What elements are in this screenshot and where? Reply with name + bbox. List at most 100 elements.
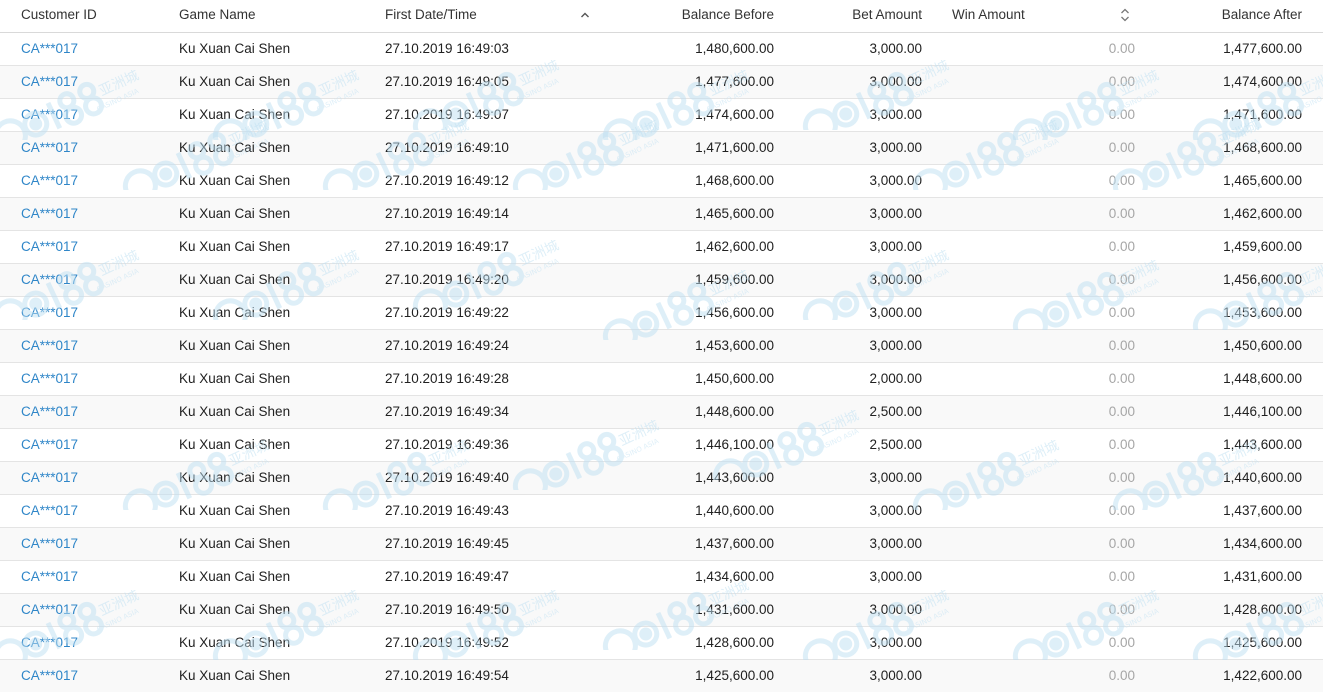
table-row[interactable]: CA***017 Ku Xuan Cai Shen 27.10.2019 16:49… xyxy=(0,165,1323,198)
table-row[interactable]: CA***017 Ku Xuan Cai Shen 27.10.2019 16:49… xyxy=(0,132,1323,165)
bet-amount-cell: 3,000.00 xyxy=(869,569,922,584)
customer-id-link[interactable]: CA***017 xyxy=(21,165,161,197)
balance-before-cell: 1,448,600.00 xyxy=(695,404,774,419)
bet-amount-cell: 3,000.00 xyxy=(869,503,922,518)
customer-id-link[interactable]: CA***017 xyxy=(21,132,161,164)
table-row[interactable]: CA***017 Ku Xuan Cai Shen 27.10.2019 16:49… xyxy=(0,660,1323,692)
table-row[interactable]: CA***017 Ku Xuan Cai Shen 27.10.2019 16:49… xyxy=(0,363,1323,396)
table-row[interactable]: CA***017 Ku Xuan Cai Shen 27.10.2019 16:49… xyxy=(0,231,1323,264)
win-amount-cell: 0.00 xyxy=(1108,371,1135,386)
balance-before-cell: 1,456,600.00 xyxy=(695,305,774,320)
header-customer-id[interactable]: Customer ID xyxy=(21,0,161,32)
bet-amount-cell: 2,500.00 xyxy=(869,404,922,419)
first-datetime-cell: 27.10.2019 16:49:40 xyxy=(385,470,509,485)
table-row[interactable]: CA***017 Ku Xuan Cai Shen 27.10.2019 16:49… xyxy=(0,594,1323,627)
balance-before-cell: 1,462,600.00 xyxy=(695,239,774,254)
table-row[interactable]: CA***017 Ku Xuan Cai Shen 27.10.2019 16:49… xyxy=(0,561,1323,594)
table-row[interactable]: CA***017 Ku Xuan Cai Shen 27.10.2019 16:49… xyxy=(0,297,1323,330)
table-row[interactable]: CA***017 Ku Xuan Cai Shen 27.10.2019 16:49… xyxy=(0,528,1323,561)
win-amount-cell: 0.00 xyxy=(1108,173,1135,188)
win-amount-cell: 0.00 xyxy=(1108,107,1135,122)
balance-after-cell: 1,446,100.00 xyxy=(1223,404,1302,419)
bet-amount-cell: 2,500.00 xyxy=(869,437,922,452)
customer-id-link[interactable]: CA***017 xyxy=(21,231,161,263)
table-row[interactable]: CA***017 Ku Xuan Cai Shen 27.10.2019 16:49… xyxy=(0,66,1323,99)
balance-before-cell: 1,453,600.00 xyxy=(695,338,774,353)
win-amount-cell: 0.00 xyxy=(1108,239,1135,254)
customer-id-link[interactable]: CA***017 xyxy=(21,495,161,527)
balance-before-cell: 1,468,600.00 xyxy=(695,173,774,188)
win-amount-cell: 0.00 xyxy=(1108,305,1135,320)
table-row[interactable]: CA***017 Ku Xuan Cai Shen 27.10.2019 16:49… xyxy=(0,429,1323,462)
table-row[interactable]: CA***017 Ku Xuan Cai Shen 27.10.2019 16:49… xyxy=(0,264,1323,297)
customer-id-link[interactable]: CA***017 xyxy=(21,363,161,395)
table-row[interactable]: CA***017 Ku Xuan Cai Shen 27.10.2019 16:49… xyxy=(0,99,1323,132)
balance-after-cell: 1,422,600.00 xyxy=(1223,668,1302,683)
bet-history-table: Customer ID Game Name First Date/Time Ba… xyxy=(0,0,1323,692)
game-name-cell: Ku Xuan Cai Shen xyxy=(179,74,291,89)
bet-amount-cell: 3,000.00 xyxy=(869,140,922,155)
game-name-cell: Ku Xuan Cai Shen xyxy=(179,602,291,617)
table-row[interactable]: CA***017 Ku Xuan Cai Shen 27.10.2019 16:49… xyxy=(0,396,1323,429)
customer-id-link[interactable]: CA***017 xyxy=(21,561,161,593)
customer-id-link[interactable]: CA***017 xyxy=(21,627,161,659)
table-row[interactable]: CA***017 Ku Xuan Cai Shen 27.10.2019 16:49… xyxy=(0,462,1323,495)
bet-amount-cell: 3,000.00 xyxy=(869,41,922,56)
bet-amount-cell: 3,000.00 xyxy=(869,602,922,617)
table-row[interactable]: CA***017 Ku Xuan Cai Shen 27.10.2019 16:49… xyxy=(0,495,1323,528)
win-amount-cell: 0.00 xyxy=(1108,602,1135,617)
customer-id-link[interactable]: CA***017 xyxy=(21,264,161,296)
customer-id-link[interactable]: CA***017 xyxy=(21,594,161,626)
customer-id-link[interactable]: CA***017 xyxy=(21,198,161,230)
sort-ascending-icon[interactable] xyxy=(578,0,592,32)
balance-after-cell: 1,468,600.00 xyxy=(1223,140,1302,155)
game-name-cell: Ku Xuan Cai Shen xyxy=(179,107,291,122)
table-row[interactable]: CA***017 Ku Xuan Cai Shen 27.10.2019 16:49… xyxy=(0,330,1323,363)
header-balance-after[interactable]: Balance After xyxy=(1140,0,1302,32)
bet-amount-cell: 3,000.00 xyxy=(869,173,922,188)
balance-after-cell: 1,471,600.00 xyxy=(1223,107,1302,122)
first-datetime-cell: 27.10.2019 16:49:43 xyxy=(385,503,509,518)
customer-id-link[interactable]: CA***017 xyxy=(21,528,161,560)
balance-after-cell: 1,431,600.00 xyxy=(1223,569,1302,584)
first-datetime-cell: 27.10.2019 16:49:52 xyxy=(385,635,509,650)
game-name-cell: Ku Xuan Cai Shen xyxy=(179,305,291,320)
customer-id-link[interactable]: CA***017 xyxy=(21,462,161,494)
customer-id-link[interactable]: CA***017 xyxy=(21,396,161,428)
first-datetime-cell: 27.10.2019 16:49:34 xyxy=(385,404,509,419)
first-datetime-cell: 27.10.2019 16:49:14 xyxy=(385,206,509,221)
first-datetime-cell: 27.10.2019 16:49:24 xyxy=(385,338,509,353)
customer-id-link[interactable]: CA***017 xyxy=(21,660,161,692)
first-datetime-cell: 27.10.2019 16:49:07 xyxy=(385,107,509,122)
header-game-name[interactable]: Game Name xyxy=(179,0,369,32)
sort-unsorted-icon[interactable] xyxy=(1118,0,1132,32)
bet-amount-cell: 3,000.00 xyxy=(869,239,922,254)
customer-id-link[interactable]: CA***017 xyxy=(21,99,161,131)
customer-id-link[interactable]: CA***017 xyxy=(21,429,161,461)
table-row[interactable]: CA***017 Ku Xuan Cai Shen 27.10.2019 16:49… xyxy=(0,198,1323,231)
bet-amount-cell: 2,000.00 xyxy=(869,371,922,386)
game-name-cell: Ku Xuan Cai Shen xyxy=(179,371,291,386)
table-row[interactable]: CA***017 Ku Xuan Cai Shen 27.10.2019 16:49… xyxy=(0,627,1323,660)
bet-amount-cell: 3,000.00 xyxy=(869,305,922,320)
customer-id-link[interactable]: CA***017 xyxy=(21,330,161,362)
win-amount-cell: 0.00 xyxy=(1108,437,1135,452)
game-name-cell: Ku Xuan Cai Shen xyxy=(179,338,291,353)
game-name-cell: Ku Xuan Cai Shen xyxy=(179,536,291,551)
header-win-amount[interactable]: Win Amount xyxy=(952,0,1072,32)
header-first-datetime[interactable]: First Date/Time xyxy=(385,0,575,32)
customer-id-link[interactable]: CA***017 xyxy=(21,66,161,98)
first-datetime-cell: 27.10.2019 16:49:03 xyxy=(385,41,509,56)
customer-id-link[interactable]: CA***017 xyxy=(21,33,161,65)
bet-amount-cell: 3,000.00 xyxy=(869,536,922,551)
balance-before-cell: 1,431,600.00 xyxy=(695,602,774,617)
balance-after-cell: 1,434,600.00 xyxy=(1223,536,1302,551)
header-bet-amount[interactable]: Bet Amount xyxy=(790,0,922,32)
first-datetime-cell: 27.10.2019 16:49:47 xyxy=(385,569,509,584)
balance-after-cell: 1,448,600.00 xyxy=(1223,371,1302,386)
customer-id-link[interactable]: CA***017 xyxy=(21,297,161,329)
header-balance-before[interactable]: Balance Before xyxy=(600,0,774,32)
balance-before-cell: 1,437,600.00 xyxy=(695,536,774,551)
table-row[interactable]: CA***017 Ku Xuan Cai Shen 27.10.2019 16:49… xyxy=(0,33,1323,66)
balance-after-cell: 1,425,600.00 xyxy=(1223,635,1302,650)
